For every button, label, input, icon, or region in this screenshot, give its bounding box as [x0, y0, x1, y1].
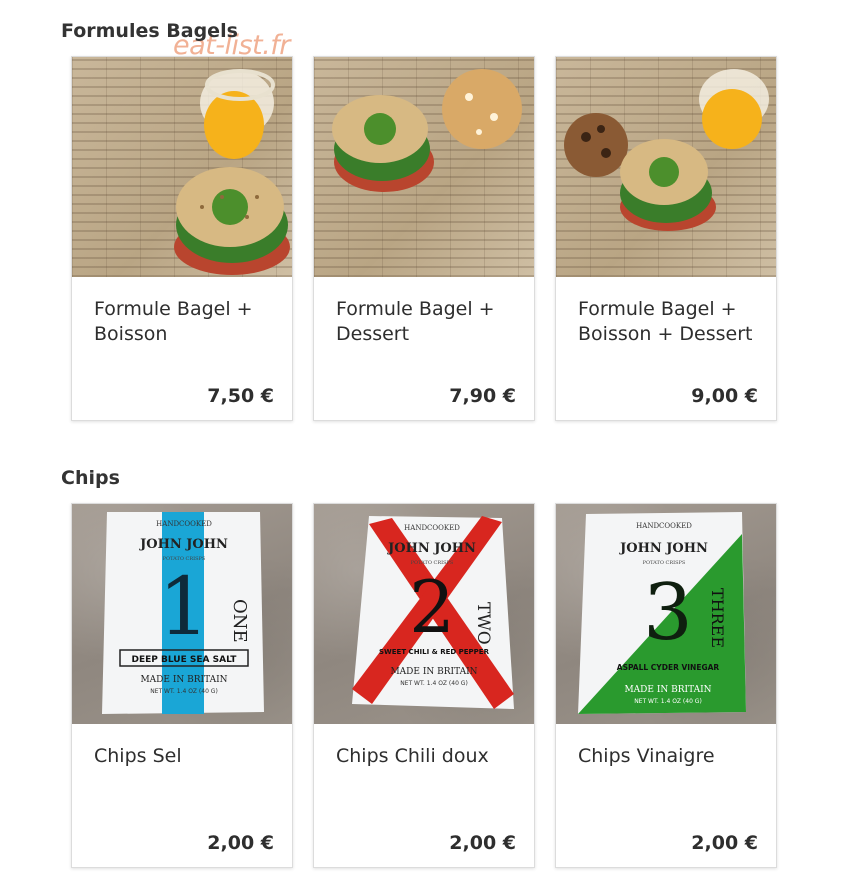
bagel-with-orange-juice-photo: [72, 57, 292, 277]
bag-top-text: HANDCOOKED: [404, 524, 460, 532]
product-price: 2,00 €: [691, 832, 758, 854]
product-card[interactable]: Formule Bagel + Boisson + Dessert 9,00 €: [555, 56, 777, 421]
product-card[interactable]: HANDCOOKED JOHN JOHN POTATO CRISPS 1 ONE…: [71, 503, 293, 868]
chips-bag-green-photo: HANDCOOKED JOHN JOHN POTATO CRISPS 3 THR…: [556, 504, 776, 724]
bag-sub-text: POTATO CRISPS: [643, 560, 686, 566]
section-title-chips: Chips: [61, 467, 120, 489]
product-name: Formule Bagel + Boisson + Dessert: [578, 298, 753, 345]
product-name: Chips Sel: [94, 745, 182, 767]
product-price: 2,00 €: [449, 832, 516, 854]
bag-made-text: MADE IN BRITAIN: [624, 685, 711, 695]
product-price: 7,50 €: [207, 385, 274, 407]
product-price: 2,00 €: [207, 832, 274, 854]
bag-word-text: TWO: [473, 602, 493, 645]
bag-made-text: MADE IN BRITAIN: [390, 667, 477, 677]
product-name: Formule Bagel + Dessert: [336, 298, 495, 345]
product-price: 9,00 €: [691, 385, 758, 407]
bag-word-text: THREE: [708, 588, 727, 648]
bag-brand-text: JOHN JOHN: [387, 541, 476, 556]
bag-word-text: ONE: [229, 599, 250, 643]
bag-flavor-text: SWEET CHILI & RED PEPPER: [379, 648, 490, 656]
bag-top-text: HANDCOOKED: [156, 520, 212, 528]
bag-flavor-text: DEEP BLUE SEA SALT: [132, 655, 238, 665]
bag-number-text: 2: [409, 565, 455, 649]
product-card[interactable]: Formule Bagel + Dessert 7,90 €: [313, 56, 535, 421]
product-card[interactable]: HANDCOOKED JOHN JOHN POTATO CRISPS 3 THR…: [555, 503, 777, 868]
bag-top-text: HANDCOOKED: [636, 522, 692, 530]
section-title-formules: Formules Bagels: [61, 20, 238, 42]
bag-brand-text: JOHN JOHN: [139, 537, 228, 552]
bag-brand-text: JOHN JOHN: [619, 541, 708, 556]
bag-net-text: NET WT. 1.4 OZ (40 G): [400, 680, 468, 687]
bagel-with-juice-and-cookie-photo: [556, 57, 776, 277]
bag-made-text: MADE IN BRITAIN: [140, 675, 227, 685]
bag-flavor-text: ASPALL CYDER VINEGAR: [617, 663, 720, 672]
bagel-with-cookie-photo: [314, 57, 534, 277]
product-grid-chips: HANDCOOKED JOHN JOHN POTATO CRISPS 1 ONE…: [71, 503, 777, 868]
product-name: Chips Vinaigre: [578, 745, 715, 767]
product-name: Formule Bagel + Boisson: [94, 298, 253, 345]
product-grid-formules: Formule Bagel + Boisson 7,50 € Formule B…: [71, 56, 777, 421]
bag-net-text: NET WT. 1.4 OZ (40 G): [150, 688, 218, 695]
bag-number-text: 3: [643, 568, 693, 658]
product-card[interactable]: Formule Bagel + Boisson 7,50 €: [71, 56, 293, 421]
product-price: 7,90 €: [449, 385, 516, 407]
chips-bag-blue-photo: HANDCOOKED JOHN JOHN POTATO CRISPS 1 ONE…: [72, 504, 292, 724]
product-name: Chips Chili doux: [336, 745, 489, 767]
bag-number-text: 1: [159, 560, 210, 653]
chips-bag-red-photo: HANDCOOKED JOHN JOHN POTATO CRISPS 2 TWO…: [314, 504, 534, 724]
product-card[interactable]: HANDCOOKED JOHN JOHN POTATO CRISPS 2 TWO…: [313, 503, 535, 868]
bag-net-text: NET WT. 1.4 OZ (40 G): [634, 698, 702, 705]
